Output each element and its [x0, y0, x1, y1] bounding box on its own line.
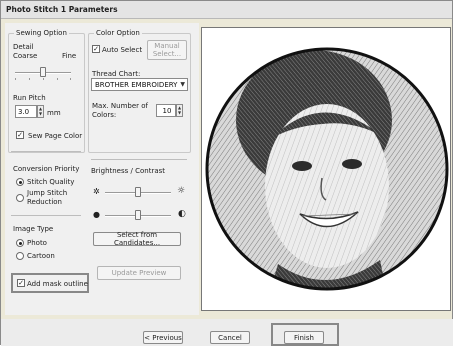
divider — [11, 151, 81, 152]
add-mask-outline-label[interactable]: Add mask outline — [27, 280, 88, 288]
max-colors-input[interactable]: 10 — [156, 104, 176, 117]
divider — [11, 215, 81, 216]
manual-select-button[interactable]: Manual Select... — [147, 40, 187, 60]
detail-slider-thumb[interactable] — [40, 67, 46, 77]
auto-select-label[interactable]: Auto Select — [102, 46, 142, 54]
jump-stitch-label[interactable]: Jump Stitch — [27, 189, 67, 197]
stitch-quality-label[interactable]: Stitch Quality — [27, 178, 74, 186]
title-bar: Photo Stitch 1 Parameters — [1, 1, 452, 19]
photo-radio[interactable] — [16, 239, 24, 247]
auto-select-checkbox[interactable]: ✓ — [92, 45, 100, 53]
photo-label[interactable]: Photo — [27, 239, 47, 247]
divider — [91, 159, 187, 160]
max-colors-line1: Max. Number of — [92, 102, 149, 110]
sewing-option-label: Sewing Option — [14, 29, 69, 37]
detail-tick — [43, 78, 44, 80]
max-colors-line2: Colors: — [92, 111, 117, 119]
select-from-candidates-button[interactable]: Select from Candidates... — [93, 231, 181, 247]
fine-label: Fine — [62, 52, 77, 60]
add-mask-outline-checkbox[interactable]: ✓ — [17, 279, 25, 287]
sew-page-color-label[interactable]: Sew Page Color — [28, 132, 82, 140]
finish-button[interactable]: Finish — [284, 331, 324, 344]
jump-stitch-reduction-radio[interactable] — [16, 194, 24, 202]
contrast-low-icon: ● — [93, 210, 100, 219]
sun-dim-icon: ✲ — [93, 187, 100, 196]
contrast-high-icon: ◐ — [178, 209, 186, 219]
image-type-label: Image Type — [13, 225, 54, 233]
thread-chart-label: Thread Chart: — [92, 70, 141, 78]
run-pitch-label: Run Pitch — [13, 94, 46, 102]
contrast-slider-thumb[interactable] — [135, 210, 141, 220]
manual-select-line1: Manual — [154, 42, 180, 50]
reduction-label[interactable]: Reduction — [27, 198, 62, 206]
max-colors-spinner[interactable]: ▲ ▼ — [176, 104, 183, 117]
update-preview-button[interactable]: Update Preview — [97, 266, 181, 280]
cartoon-label[interactable]: Cartoon — [27, 252, 55, 260]
color-option-label: Color Option — [94, 29, 142, 37]
cartoon-radio[interactable] — [16, 252, 24, 260]
coarse-label: Coarse — [13, 52, 38, 60]
manual-select-line2: Select... — [152, 50, 182, 58]
detail-tick — [70, 78, 71, 80]
detail-tick — [57, 78, 58, 80]
thread-chart-value: BROTHER EMBROIDERY — [95, 81, 178, 89]
run-pitch-input[interactable]: 3.0 — [15, 105, 37, 118]
detail-tick — [29, 78, 30, 80]
sew-page-color-checkbox[interactable]: ✓ — [16, 131, 24, 139]
run-pitch-unit: mm — [47, 109, 61, 117]
thread-chart-select[interactable]: BROTHER EMBROIDERY ▼ — [91, 78, 188, 91]
cancel-button[interactable]: Cancel — [210, 331, 250, 344]
brightness-slider-thumb[interactable] — [135, 187, 141, 197]
embroidery-preview-image — [205, 47, 449, 291]
dialog-title: Photo Stitch 1 Parameters — [6, 5, 118, 14]
detail-tick — [15, 78, 16, 80]
run-pitch-spinner[interactable]: ▲ ▼ — [37, 105, 44, 118]
dialog-window: Photo Stitch 1 Parameters Sewing Option … — [0, 0, 453, 346]
detail-label: Detail — [13, 43, 34, 51]
brightness-contrast-label: Brightness / Contrast — [91, 167, 166, 175]
conversion-priority-label: Conversion Priority — [13, 165, 80, 173]
sun-bright-icon: ☼ — [177, 186, 186, 196]
chevron-down-icon[interactable]: ▼ — [180, 79, 185, 91]
previous-button[interactable]: < Previous — [143, 331, 183, 344]
stitch-quality-radio[interactable] — [16, 178, 24, 186]
preview-area — [201, 27, 451, 311]
